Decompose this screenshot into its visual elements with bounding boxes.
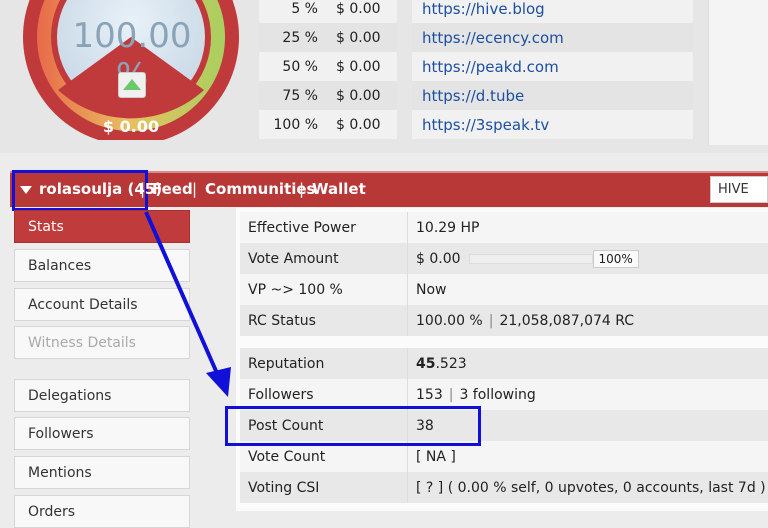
annotation-arrow <box>144 211 231 397</box>
